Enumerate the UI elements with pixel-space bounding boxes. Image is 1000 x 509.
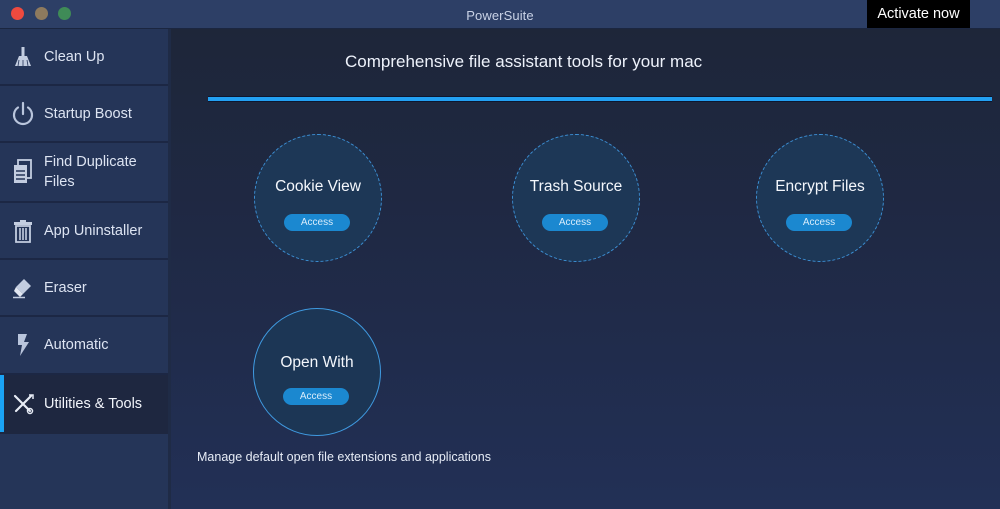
tool-name: Open With (280, 354, 354, 371)
tool-open-with[interactable]: Open With Access (253, 308, 381, 436)
sidebar: Clean Up Startup Boost Find Duplicate Fi… (0, 29, 168, 509)
sidebar-item-label: App Uninstaller (44, 222, 143, 239)
trash-icon (0, 219, 44, 243)
sidebar-item-label: Utilities & Tools (44, 395, 143, 412)
main-panel: Comprehensive file assistant tools for y… (171, 29, 1000, 509)
sidebar-item-app-uninstaller[interactable]: App Uninstaller (0, 203, 168, 260)
sidebar-item-utilities-tools[interactable]: Utilities & Tools (0, 375, 168, 434)
progress-bar-fill (208, 97, 992, 101)
active-indicator (0, 375, 4, 432)
tool-name: Cookie View (275, 178, 361, 195)
duplicate-files-icon (0, 159, 44, 185)
power-icon (0, 101, 44, 127)
access-button[interactable]: Access (542, 214, 608, 231)
label-line-2: Files (44, 174, 75, 190)
sidebar-item-automatic[interactable]: Automatic (0, 317, 168, 375)
sidebar-item-label: Clean Up (44, 48, 105, 65)
access-button[interactable]: Access (786, 214, 852, 231)
app-title: PowerSuite (466, 8, 534, 23)
activate-now-button[interactable]: Activate now (867, 0, 970, 28)
sidebar-item-label: Startup Boost (44, 105, 132, 122)
eraser-icon (0, 277, 44, 299)
powersuite-window: PowerSuite Activate now Clean Up Startup… (0, 0, 1000, 509)
label-line-1: Find Duplicate (44, 154, 137, 170)
title-bar: PowerSuite Activate now (0, 0, 1000, 29)
lightning-icon (0, 333, 44, 357)
broom-icon (0, 46, 44, 68)
progress-bar (208, 96, 992, 102)
access-button[interactable]: Access (283, 388, 349, 405)
selected-tool-description: Manage default open file extensions and … (197, 450, 491, 464)
sidebar-item-label: Automatic (44, 337, 109, 353)
page-headline: Comprehensive file assistant tools for y… (345, 52, 703, 71)
tool-cookie-view[interactable]: Cookie View Access (254, 134, 382, 262)
sidebar-item-clean-up[interactable]: Clean Up (0, 29, 168, 86)
sidebar-item-startup-boost[interactable]: Startup Boost (0, 86, 168, 143)
tool-encrypt-files[interactable]: Encrypt Files Access (756, 134, 884, 262)
sidebar-item-find-duplicate-files[interactable]: Find Duplicate Files (0, 143, 168, 203)
tool-name: Encrypt Files (775, 178, 865, 195)
tools-icon (0, 393, 44, 415)
access-button[interactable]: Access (284, 214, 350, 231)
tool-name: Trash Source (529, 178, 623, 195)
sidebar-item-label: Eraser (44, 279, 87, 296)
tool-trash-source[interactable]: Trash Source Access (512, 134, 640, 262)
sidebar-item-label: Find Duplicate Files (44, 152, 137, 192)
sidebar-item-eraser[interactable]: Eraser (0, 260, 168, 317)
